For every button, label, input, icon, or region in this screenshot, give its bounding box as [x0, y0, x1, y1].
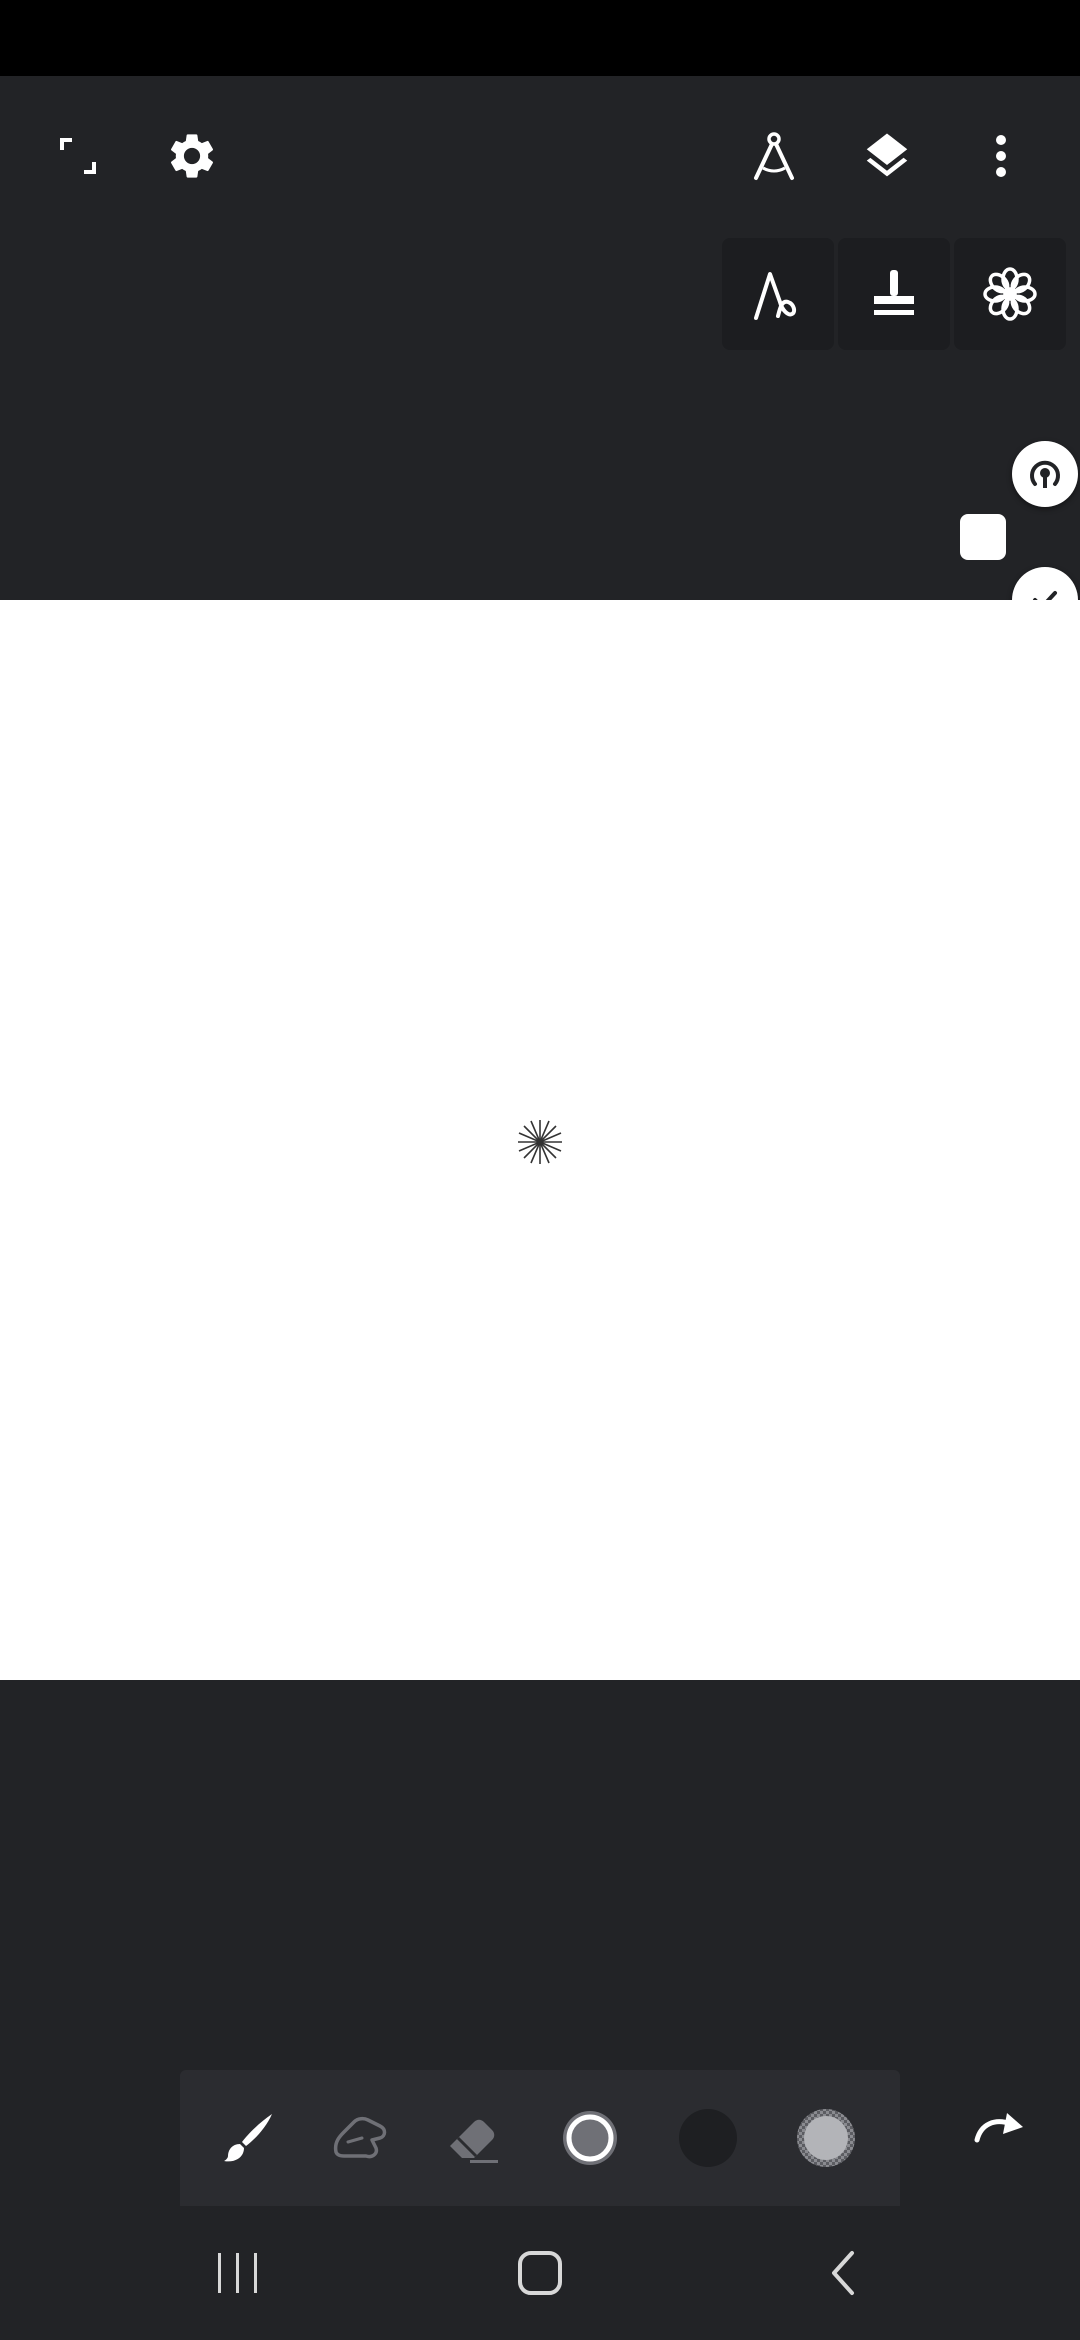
smudge-tool[interactable]: [314, 2092, 406, 2184]
fullscreen-button[interactable]: [30, 108, 126, 204]
layers-button[interactable]: [839, 108, 935, 204]
stroke-mode-button[interactable]: [722, 238, 834, 350]
brush-icon: [224, 2114, 272, 2162]
recents-button[interactable]: [183, 2230, 293, 2316]
stamp-mode-button[interactable]: [838, 238, 950, 350]
top-toolbar: [0, 76, 1080, 236]
redo-icon: [974, 2113, 1023, 2143]
eraser-icon: [450, 2119, 498, 2163]
symmetry-mode-button[interactable]: [954, 238, 1066, 350]
brush-size-icon: [563, 2111, 617, 2165]
flower-icon: [983, 267, 1037, 321]
more-options-button[interactable]: [953, 108, 1049, 204]
back-icon: [832, 2251, 854, 2295]
stamp-icon: [874, 270, 914, 315]
gear-icon: [170, 134, 214, 178]
color-button[interactable]: [662, 2092, 754, 2184]
eraser-tool[interactable]: [426, 2092, 518, 2184]
drawing-mode-group: [722, 238, 1070, 350]
more-vert-icon: [996, 135, 1006, 177]
opacity-icon: [797, 2109, 855, 2167]
layers-icon: [866, 133, 908, 177]
canvas-color-square[interactable]: [960, 514, 1006, 560]
opacity-button[interactable]: [780, 2092, 872, 2184]
system-navigation-bar: [0, 2206, 1080, 2340]
compass-icon: [754, 132, 794, 180]
pointer-icon: [1030, 460, 1060, 488]
paint-app-screen: [0, 0, 1080, 2340]
bottom-toolbar: [180, 2070, 900, 2206]
color-swatch-icon: [679, 2109, 737, 2167]
recents-icon: [218, 2253, 257, 2293]
redo-button[interactable]: [952, 2079, 1048, 2175]
settings-button[interactable]: [144, 108, 240, 204]
status-bar: [0, 0, 1080, 76]
home-icon: [518, 2251, 562, 2295]
back-button[interactable]: [788, 2230, 898, 2316]
home-button[interactable]: [485, 2230, 595, 2316]
brush-size-button[interactable]: [544, 2092, 636, 2184]
ruler-button[interactable]: [726, 108, 822, 204]
brush-tool[interactable]: [202, 2092, 294, 2184]
fullscreen-icon: [60, 138, 96, 174]
pointer-button[interactable]: [1012, 441, 1078, 507]
smudge-icon: [333, 2116, 387, 2159]
symmetry-center-icon[interactable]: [516, 1118, 564, 1166]
stroke-icon: [754, 272, 797, 320]
